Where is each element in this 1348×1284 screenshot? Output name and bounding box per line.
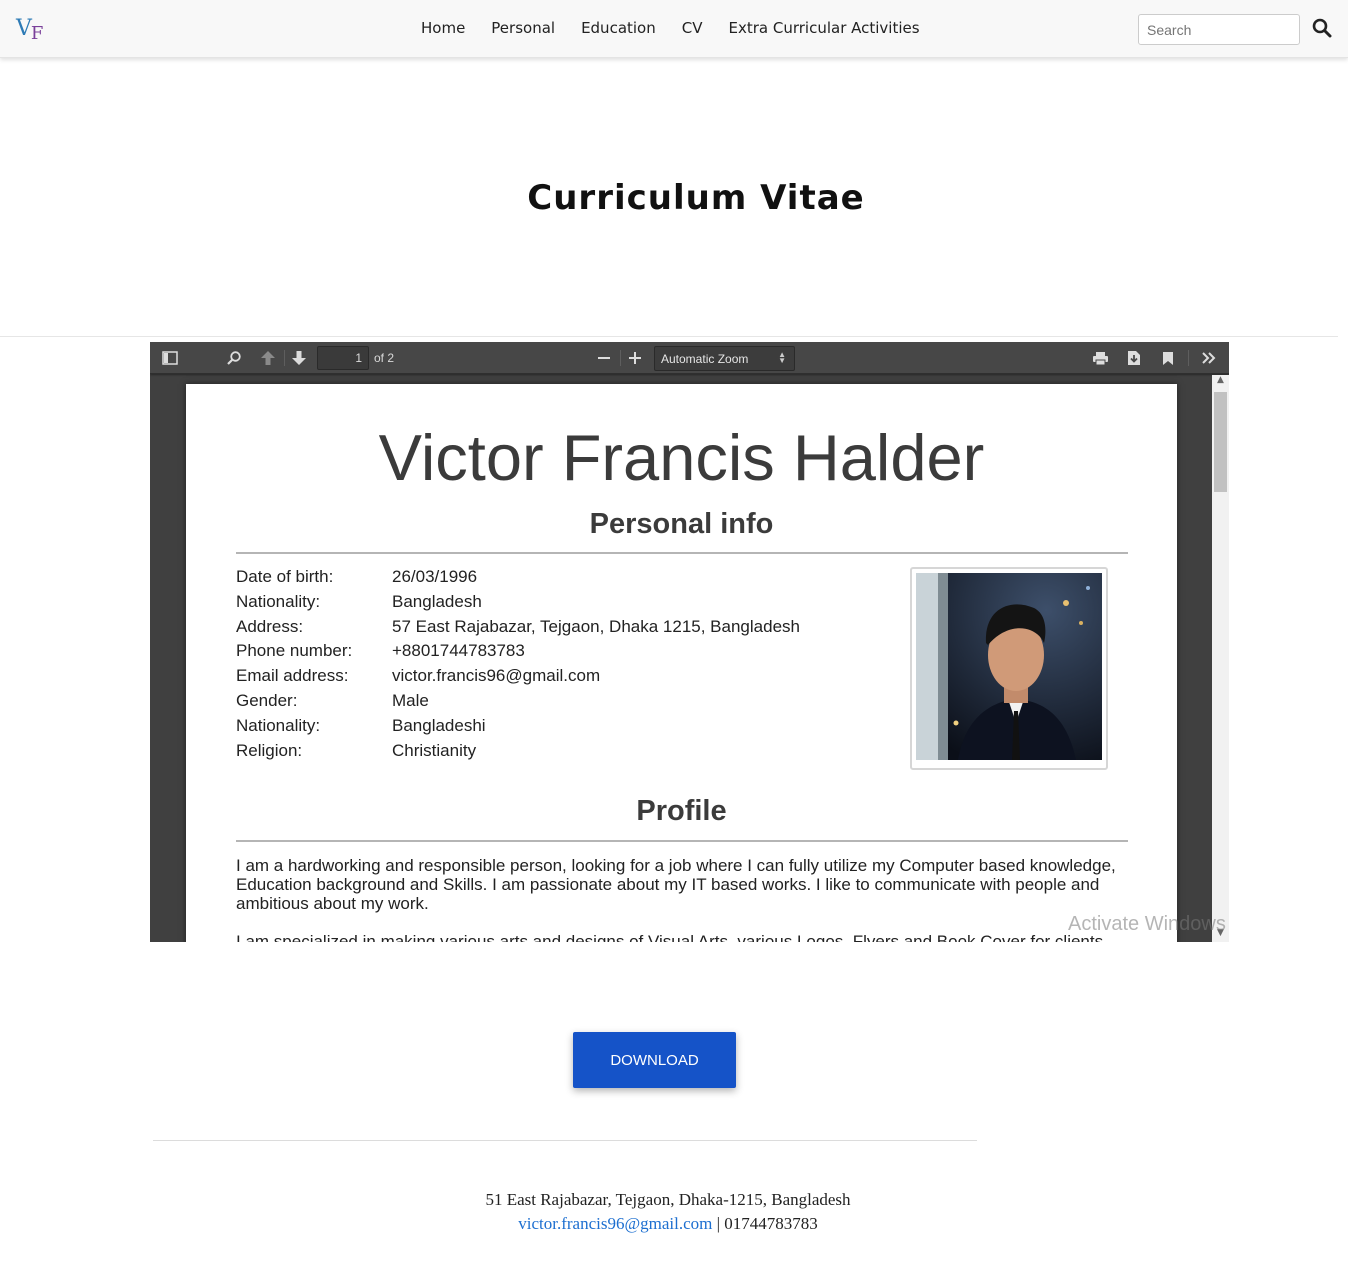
info-row: Email address: victor.francis96@gmail.com [236, 666, 800, 691]
info-label: Religion: [236, 740, 303, 760]
tools-icon[interactable] [1198, 348, 1220, 368]
nav-home[interactable]: Home [421, 19, 465, 37]
info-label: Date of birth: [236, 567, 334, 586]
search-input[interactable] [1138, 14, 1300, 45]
download-icon[interactable] [1123, 348, 1145, 368]
bookmark-icon[interactable] [1157, 348, 1179, 368]
find-icon[interactable] [223, 348, 245, 368]
info-label: Gender: [236, 690, 298, 710]
activate-windows-watermark: Activate Windows [1068, 913, 1226, 935]
brand-logo[interactable]: VF [16, 16, 43, 44]
info-label: Nationality: [236, 591, 321, 611]
profile-photo [916, 573, 1102, 760]
info-row: Gender: Male [236, 691, 800, 716]
personal-info-heading: Personal info [589, 508, 774, 540]
section-divider [0, 336, 1338, 337]
personal-info-table: Date of birth: 26/03/1996 Nationality: Ban… [236, 567, 800, 765]
profile-paragraph: I am specialized in making various arts … [236, 932, 1108, 942]
info-row: Phone number: +8801744783783 [236, 641, 800, 666]
zoom-in-icon[interactable] [624, 348, 646, 368]
search-icon[interactable] [1312, 18, 1336, 42]
info-value: victor.francis96@gmail.com [392, 666, 601, 686]
footer-divider [153, 1140, 977, 1141]
info-label: Phone number: [236, 641, 353, 661]
profile-paragraph: I am a hardworking and responsible perso… [236, 856, 1116, 913]
pdf-scrollbar[interactable]: ▲ ▼ [1212, 375, 1229, 942]
footer: 51 East Rajabazar, Tejgaon, Dhaka-1215, … [0, 1188, 1336, 1236]
main-nav: Home Personal Education CV Extra Curricu… [408, 19, 933, 37]
previous-page-icon[interactable] [257, 348, 279, 368]
scroll-up-icon[interactable]: ▲ [1212, 375, 1229, 389]
nav-cv[interactable]: CV [682, 19, 703, 37]
nav-education[interactable]: Education [581, 19, 656, 37]
info-value: 26/03/1996 [392, 567, 478, 586]
info-row: Date of birth: 26/03/1996 [236, 567, 800, 592]
footer-address: 51 East Rajabazar, Tejgaon, Dhaka-1215, … [485, 1190, 851, 1209]
nav-extra-curricular[interactable]: Extra Curricular Activities [729, 19, 920, 37]
scroll-thumb[interactable] [1214, 392, 1227, 492]
info-row: Religion: Christianity [236, 741, 800, 766]
zoom-select[interactable]: Automatic Zoom ▲ ▼ [654, 346, 795, 371]
page-count-label: of 2 [374, 351, 395, 365]
zoom-select-value: Automatic Zoom [661, 352, 749, 366]
info-value: Christianity [392, 740, 477, 760]
info-value: Bangladeshi [392, 715, 486, 735]
page-number-input[interactable] [317, 346, 369, 370]
toolbar-separator [620, 350, 621, 366]
page-title: Curriculum Vitae [527, 178, 865, 218]
zoom-out-icon[interactable] [593, 348, 615, 368]
pdf-page: Victor Francis Halder Personal info Date… [186, 384, 1177, 942]
profile-text: I am a hardworking and responsible perso… [236, 856, 1136, 942]
print-icon[interactable] [1089, 348, 1111, 368]
info-value: Bangladesh [392, 591, 482, 611]
info-row: Nationality: Bangladesh [236, 592, 800, 617]
nav-personal[interactable]: Personal [491, 19, 555, 37]
pdf-viewer: of 2 Automatic Zoom ▲▼ Victor Francis Ha… [150, 342, 1229, 942]
cv-name: Victor Francis Halder [378, 421, 985, 494]
info-value: 57 East Rajabazar, Tejgaon, Dhaka 1215, … [392, 616, 800, 636]
info-row: Nationality: Bangladeshi [236, 716, 800, 741]
footer-contact: victor.francis96@gmail.com | 01744783783 [0, 1212, 1336, 1236]
toolbar-separator [1188, 350, 1189, 366]
info-value: Male [392, 690, 429, 710]
info-label: Nationality: [236, 715, 321, 735]
profile-heading: Profile [636, 795, 727, 827]
info-label: Email address: [236, 666, 349, 686]
footer-phone: | 01744783783 [712, 1214, 818, 1233]
profile-photo-frame [910, 567, 1108, 770]
footer-email-link[interactable]: victor.francis96@gmail.com [518, 1214, 712, 1233]
sidebar-toggle-icon[interactable] [159, 348, 181, 368]
download-button[interactable]: DOWNLOAD [573, 1032, 736, 1088]
section-rule [236, 552, 1128, 554]
next-page-icon[interactable] [288, 348, 310, 368]
toolbar-separator [284, 350, 285, 366]
info-label: Address: [236, 616, 304, 636]
section-rule [236, 840, 1128, 842]
info-row: Address: 57 East Rajabazar, Tejgaon, Dhak… [236, 617, 800, 642]
chevron-updown-icon: ▲ ▼ [778, 350, 786, 365]
info-value: +8801744783783 [392, 641, 525, 661]
navbar: VF Home Personal Education CV Extra Curr… [0, 0, 1348, 58]
pdf-toolbar: of 2 Automatic Zoom ▲▼ [150, 342, 1229, 374]
